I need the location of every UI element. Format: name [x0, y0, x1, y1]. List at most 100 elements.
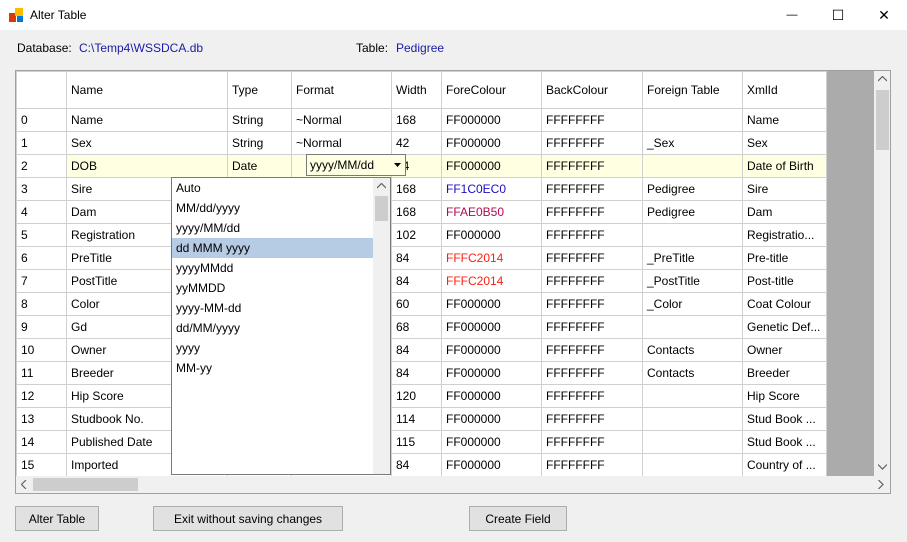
grid-cell-width[interactable]: 84 — [391, 361, 442, 385]
grid-cell-width[interactable]: 115 — [391, 430, 442, 454]
minimize-button[interactable]: — — [769, 0, 815, 30]
dropdown-option[interactable]: dd/MM/yyyy — [172, 318, 373, 338]
grid-cell-width[interactable]: 168 — [391, 177, 442, 201]
grid-cell-foreign[interactable]: Pedigree — [642, 177, 743, 201]
grid-cell-fore[interactable]: FFFC2014 — [441, 269, 542, 293]
dropdown-option[interactable]: MM/dd/yyyy — [172, 198, 373, 218]
grid-cell-back[interactable]: FFFFFFFF — [541, 361, 643, 385]
row-header-cell[interactable]: 2 — [16, 154, 67, 178]
grid-cell-width[interactable]: 102 — [391, 223, 442, 247]
table-row[interactable]: 3 Sire 168 FF1C0EC0 FFFFFFFF Pedigree Sire — [16, 177, 827, 201]
grid-cell-foreign[interactable] — [642, 154, 743, 178]
scroll-up-icon[interactable] — [377, 183, 386, 189]
table-row[interactable]: 5 Registration 102 FF000000 FFFFFFFF Registra… — [16, 223, 827, 247]
grid-cell-xml[interactable]: Country of ... — [742, 453, 827, 477]
grid-cell-fore[interactable]: FFAE0B50 — [441, 200, 542, 224]
grid-cell-foreign[interactable] — [642, 315, 743, 339]
grid-cell-fore[interactable]: FF000000 — [441, 453, 542, 477]
grid-vertical-scrollbar[interactable] — [874, 71, 890, 476]
grid-cell-width[interactable]: 120 — [391, 384, 442, 408]
grid-cell-fore[interactable]: FF000000 — [441, 430, 542, 454]
grid-cell-type[interactable]: Date — [227, 154, 292, 178]
row-header-cell[interactable]: 13 — [16, 407, 67, 431]
grid-cell-foreign[interactable]: Contacts — [642, 338, 743, 362]
dropdown-option[interactable]: yyyy — [172, 338, 373, 358]
grid-horizontal-thumb[interactable] — [33, 478, 138, 491]
table-row[interactable]: 11 Breeder 84 FF000000 FFFFFFFF Contacts Breed… — [16, 361, 827, 385]
row-header-cell[interactable]: 9 — [16, 315, 67, 339]
grid-cell-xml[interactable]: Hip Score — [742, 384, 827, 408]
grid-cell-xml[interactable]: Registratio... — [742, 223, 827, 247]
dropdown-option[interactable]: Auto — [172, 178, 373, 198]
grid-cell-width[interactable]: 60 — [391, 292, 442, 316]
maximize-button[interactable]: ☐ — [815, 0, 861, 30]
grid-cell-back[interactable]: FFFFFFFF — [541, 269, 643, 293]
grid-cell-foreign[interactable]: Contacts — [642, 361, 743, 385]
grid-cell-fore[interactable]: FF000000 — [441, 154, 542, 178]
table-row[interactable]: 15 Imported 84 FF000000 FFFFFFFF Country of .… — [16, 453, 827, 477]
grid-cell-back[interactable]: FFFFFFFF — [541, 315, 643, 339]
grid-cell-width[interactable]: 42 — [391, 131, 442, 155]
grid-cell-name[interactable]: Sex — [66, 131, 228, 155]
table-row[interactable]: 1 Sex String ~Normal 42 FF000000 FFFFFFFF _Sex S… — [16, 131, 827, 155]
dropdown-scrollbar[interactable] — [373, 178, 390, 474]
grid-cell-back[interactable]: FFFFFFFF — [541, 338, 643, 362]
grid-cell-back[interactable]: FFFFFFFF — [541, 453, 643, 477]
row-header-cell[interactable]: 11 — [16, 361, 67, 385]
grid-cell-foreign[interactable] — [642, 407, 743, 431]
grid-cell-name[interactable]: DOB — [66, 154, 228, 178]
grid-cell-fore[interactable]: FF000000 — [441, 131, 542, 155]
dropdown-option[interactable]: MM-yy — [172, 358, 373, 378]
grid-horizontal-scrollbar[interactable] — [16, 476, 890, 493]
dropdown-scroll-thumb[interactable] — [375, 196, 388, 221]
row-header-cell[interactable]: 1 — [16, 131, 67, 155]
row-header-cell[interactable]: 10 — [16, 338, 67, 362]
grid-cell-xml[interactable]: Breeder — [742, 361, 827, 385]
table-row[interactable]: 14 Published Date 115 FF000000 FFFFFFFF Stud … — [16, 430, 827, 454]
grid-cell-xml[interactable]: Post-title — [742, 269, 827, 293]
grid-cell-foreign[interactable]: _PostTitle — [642, 269, 743, 293]
grid-cell-xml[interactable]: Date of Birth — [742, 154, 827, 178]
row-header-cell[interactable]: 6 — [16, 246, 67, 270]
grid-cell-width[interactable]: 168 — [391, 200, 442, 224]
grid-cell-fore[interactable]: FFFC2014 — [441, 246, 542, 270]
row-header-cell[interactable]: 12 — [16, 384, 67, 408]
dropdown-option[interactable]: yyMMDD — [172, 278, 373, 298]
row-header-cell[interactable]: 0 — [16, 108, 67, 132]
table-row[interactable]: 6 PreTitle 84 FFFC2014 FFFFFFFF _PreTitle Pre-… — [16, 246, 827, 270]
grid-cell-xml[interactable]: Stud Book ... — [742, 407, 827, 431]
row-header-cell[interactable]: 15 — [16, 453, 67, 477]
column-header[interactable]: Name — [66, 71, 228, 109]
scroll-right-icon[interactable] — [878, 480, 884, 489]
column-header[interactable]: Type — [227, 71, 292, 109]
grid-cell-width[interactable]: 84 — [391, 269, 442, 293]
fields-grid[interactable]: Name Type Format Width ForeColour BackColour F… — [15, 70, 891, 494]
row-header-cell[interactable]: 4 — [16, 200, 67, 224]
grid-cell-fore[interactable]: FF000000 — [441, 223, 542, 247]
column-header[interactable]: Format — [291, 71, 392, 109]
format-combo[interactable]: yyyy/MM/dd — [306, 154, 406, 176]
column-header[interactable]: BackColour — [541, 71, 643, 109]
grid-cell-width[interactable]: 84 — [391, 453, 442, 477]
grid-cell-xml[interactable]: Owner — [742, 338, 827, 362]
grid-cell-foreign[interactable] — [642, 108, 743, 132]
create-field-button[interactable]: Create Field — [469, 506, 567, 531]
format-combo-dropdown-button[interactable] — [389, 155, 405, 175]
close-button[interactable]: ✕ — [861, 0, 907, 30]
format-dropdown-list[interactable]: Auto MM/dd/yyyy yyyy/MM/dd dd MMM yyyy yyyyM… — [171, 177, 391, 475]
grid-cell-width[interactable]: 84 — [391, 246, 442, 270]
column-header[interactable]: XmlId — [742, 71, 827, 109]
row-header-corner[interactable] — [16, 71, 67, 109]
column-header[interactable]: ForeColour — [441, 71, 542, 109]
grid-cell-back[interactable]: FFFFFFFF — [541, 292, 643, 316]
dropdown-option[interactable]: yyyyMMdd — [172, 258, 373, 278]
grid-cell-format[interactable]: ~Normal — [291, 108, 392, 132]
grid-cell-xml[interactable]: Stud Book ... — [742, 430, 827, 454]
grid-cell-back[interactable]: FFFFFFFF — [541, 200, 643, 224]
grid-cell-type[interactable]: String — [227, 131, 292, 155]
table-row[interactable]: 10 Owner 84 FF000000 FFFFFFFF Contacts Owner — [16, 338, 827, 362]
dropdown-option[interactable]: yyyy-MM-dd — [172, 298, 373, 318]
grid-cell-back[interactable]: FFFFFFFF — [541, 407, 643, 431]
grid-cell-fore[interactable]: FF000000 — [441, 384, 542, 408]
dropdown-option[interactable]: dd MMM yyyy — [172, 238, 373, 258]
